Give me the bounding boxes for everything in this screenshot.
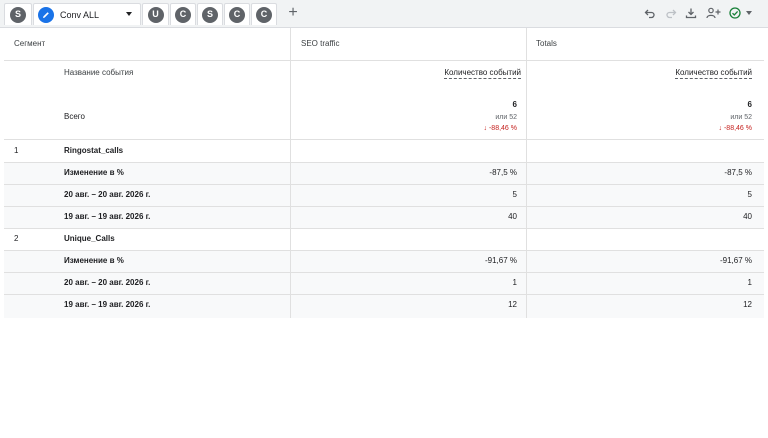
row-divider bbox=[4, 60, 764, 61]
table-cell: 12 bbox=[508, 300, 517, 309]
pencil-icon bbox=[38, 6, 54, 23]
redo-icon[interactable] bbox=[664, 6, 678, 20]
segment-tab-conv-all[interactable]: Conv ALL bbox=[33, 3, 141, 25]
table-cell: 40 bbox=[508, 212, 517, 221]
report-table: Сегмент SEO traffic Totals Название собы… bbox=[4, 28, 764, 318]
chevron-down-icon[interactable] bbox=[746, 11, 752, 15]
row-label: 19 авг. – 19 авг. 2026 г. bbox=[64, 212, 151, 221]
total-change: ↓ -88,46 % bbox=[483, 125, 517, 132]
row-divider bbox=[4, 206, 764, 207]
segment-tab-6[interactable]: C bbox=[224, 3, 250, 25]
segment-badge: C bbox=[175, 6, 191, 23]
total-label: Всего bbox=[64, 112, 85, 121]
row-label: 20 авг. – 20 авг. 2026 г. bbox=[64, 190, 151, 199]
share-user-icon[interactable] bbox=[705, 6, 721, 20]
segment-tab-3[interactable]: U bbox=[142, 3, 169, 25]
segment-tab-1[interactable]: S bbox=[4, 3, 32, 25]
segment-badge: U bbox=[147, 6, 164, 23]
row-label: Изменение в % bbox=[64, 256, 124, 265]
row-divider bbox=[4, 162, 764, 163]
group-index: 2 bbox=[14, 234, 19, 243]
table-cell: 5 bbox=[512, 190, 517, 199]
table-cell: -91,67 % bbox=[484, 256, 517, 265]
table-cell: -87,5 % bbox=[489, 168, 517, 177]
table-cell: -87,5 % bbox=[724, 168, 752, 177]
row-divider bbox=[4, 250, 764, 251]
segment-column-header: Сегмент bbox=[14, 39, 46, 48]
download-icon[interactable] bbox=[684, 6, 698, 20]
group-index: 1 bbox=[14, 146, 19, 155]
row-divider bbox=[4, 272, 764, 273]
check-circle-icon[interactable] bbox=[729, 6, 755, 20]
total-change: ↓ -88,46 % bbox=[718, 125, 752, 132]
segment-header-totals[interactable]: Totals bbox=[536, 40, 557, 48]
undo-icon[interactable] bbox=[643, 6, 657, 20]
row-label: 20 авг. – 20 авг. 2026 г. bbox=[64, 278, 151, 287]
total-compare: или 52 bbox=[730, 114, 752, 121]
total-compare: или 52 bbox=[495, 114, 517, 121]
segment-header-seo-traffic[interactable]: SEO traffic bbox=[301, 40, 340, 48]
event-name: Ringostat_calls bbox=[64, 146, 124, 155]
segment-badge: S bbox=[10, 6, 26, 23]
segment-label: Conv ALL bbox=[60, 9, 100, 20]
table-cell: 40 bbox=[743, 212, 752, 221]
segment-tab-5[interactable]: S bbox=[197, 3, 223, 25]
column-divider bbox=[526, 28, 527, 318]
segment-tab-4[interactable]: C bbox=[170, 3, 196, 25]
plus-icon[interactable]: + bbox=[285, 5, 301, 21]
metric-header[interactable]: Количество событий bbox=[675, 69, 752, 79]
row-divider bbox=[4, 184, 764, 185]
row-divider bbox=[4, 294, 764, 295]
segment-badge: S bbox=[202, 6, 218, 23]
segment-badge: C bbox=[229, 6, 245, 23]
event-name: Unique_Calls bbox=[64, 234, 115, 243]
dimension-header[interactable]: Название события bbox=[64, 69, 133, 77]
row-divider bbox=[4, 228, 764, 229]
table-cell: 5 bbox=[747, 190, 752, 199]
table-cell: 12 bbox=[743, 300, 752, 309]
segment-badge: C bbox=[256, 6, 272, 23]
table-cell: -91,67 % bbox=[719, 256, 752, 265]
row-label: 19 авг. – 19 авг. 2026 г. bbox=[64, 300, 151, 309]
segment-tab-7[interactable]: C bbox=[251, 3, 277, 25]
column-divider bbox=[290, 28, 291, 318]
row-divider bbox=[4, 139, 764, 140]
toolbar: S Conv ALL U C S C C + bbox=[0, 0, 768, 28]
metric-header[interactable]: Количество событий bbox=[444, 69, 521, 79]
total-value: 6 bbox=[747, 100, 752, 109]
total-value: 6 bbox=[512, 100, 517, 109]
table-cell: 1 bbox=[747, 278, 752, 287]
table-cell: 1 bbox=[512, 278, 517, 287]
row-label: Изменение в % bbox=[64, 168, 124, 177]
chevron-down-icon[interactable] bbox=[126, 12, 132, 16]
